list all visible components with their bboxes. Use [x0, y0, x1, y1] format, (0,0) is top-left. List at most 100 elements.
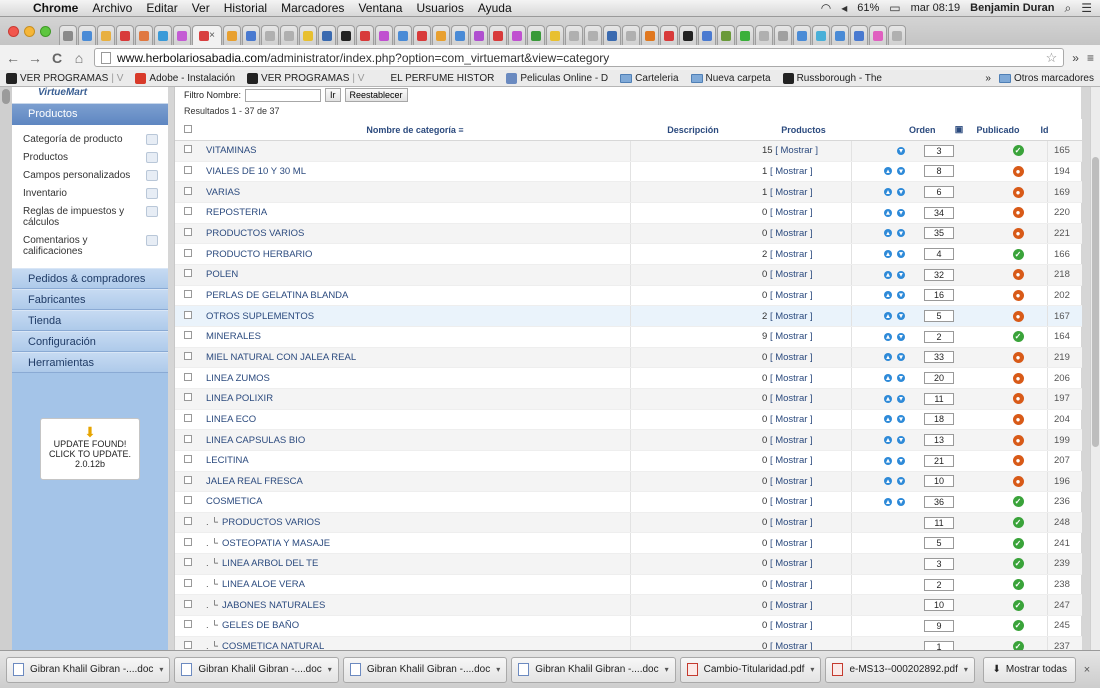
published-check-icon[interactable]: ✓	[1012, 579, 1024, 591]
order-input[interactable]: 2	[924, 578, 954, 591]
move-up-icon[interactable]	[884, 477, 892, 486]
show-products-link[interactable]: [ Mostrar ]	[770, 538, 813, 549]
browser-tab[interactable]	[173, 25, 191, 45]
category-name-link[interactable]: MINERALES	[206, 331, 261, 342]
browser-tab[interactable]	[97, 25, 115, 45]
show-all-downloads-button[interactable]: ⬇ Mostrar todas	[983, 656, 1076, 683]
move-down-icon[interactable]	[897, 456, 905, 465]
order-input[interactable]: 11	[924, 516, 954, 529]
row-checkbox[interactable]	[183, 455, 192, 464]
header-order[interactable]: Orden	[909, 125, 949, 135]
menu-icon[interactable]: ≡	[1087, 51, 1094, 65]
browser-tab[interactable]	[717, 25, 735, 45]
browser-tab[interactable]	[660, 25, 678, 45]
header-id[interactable]: Id	[1027, 119, 1062, 140]
published-check-icon[interactable]: ✓	[1012, 496, 1024, 508]
browser-tab[interactable]	[413, 25, 431, 45]
close-window-button[interactable]	[8, 26, 19, 37]
row-checkbox[interactable]	[183, 558, 192, 567]
move-down-icon[interactable]	[897, 270, 905, 279]
browser-tab[interactable]	[78, 25, 96, 45]
show-products-link[interactable]: [ Mostrar ]	[770, 496, 813, 507]
row-checkbox[interactable]	[183, 186, 192, 195]
browser-tab[interactable]	[508, 25, 526, 45]
download-options-chevron-icon[interactable]: ▾	[496, 665, 500, 674]
other-bookmarks[interactable]: Otros marcadores	[998, 73, 1094, 84]
browser-tab[interactable]	[888, 25, 906, 45]
download-options-chevron-icon[interactable]: ▾	[328, 665, 332, 674]
order-input[interactable]: 16	[924, 289, 954, 302]
order-input[interactable]: 13	[924, 434, 954, 447]
order-input[interactable]: 20	[924, 372, 954, 385]
show-products-link[interactable]: [ Mostrar ]	[770, 579, 813, 590]
browser-tab[interactable]	[584, 25, 602, 45]
browser-tab[interactable]	[470, 25, 488, 45]
menu-usuarios[interactable]: Usuarios	[409, 1, 470, 15]
volume-icon[interactable]: ◂	[841, 1, 847, 15]
show-products-link[interactable]: [ Mostrar ]	[770, 620, 813, 631]
unpublished-icon[interactable]: ●	[1012, 372, 1024, 384]
move-up-icon[interactable]	[884, 332, 892, 341]
unpublished-icon[interactable]: ●	[1012, 475, 1024, 487]
unpublished-icon[interactable]: ●	[1012, 393, 1024, 405]
row-checkbox[interactable]	[183, 413, 192, 422]
order-input[interactable]: 33	[924, 351, 954, 364]
category-name-link[interactable]: LINEA CAPSULAS BIO	[206, 435, 305, 446]
category-name-link[interactable]: VITAMINAS	[206, 145, 257, 156]
browser-tab[interactable]	[736, 25, 754, 45]
order-input[interactable]: 11	[924, 392, 954, 405]
bookmark-item[interactable]: Nueva carpeta	[690, 73, 771, 84]
move-down-icon[interactable]	[897, 415, 905, 424]
right-scrollbar[interactable]	[1090, 87, 1100, 650]
filter-reset-button[interactable]: Reestablecer	[344, 88, 408, 102]
move-down-icon[interactable]	[897, 394, 905, 403]
unpublished-icon[interactable]: ●	[1012, 186, 1024, 198]
category-name-link[interactable]: POLEN	[206, 269, 238, 280]
home-icon[interactable]: ⌂	[72, 50, 86, 66]
download-item[interactable]: Gibran Khalil Gibran -....doc ▾	[6, 656, 171, 683]
move-down-icon[interactable]	[897, 229, 905, 238]
move-down-icon[interactable]	[897, 250, 905, 259]
show-products-link[interactable]: [ Mostrar ]	[770, 352, 813, 363]
browser-tab[interactable]	[850, 25, 868, 45]
order-input[interactable]: 9	[924, 619, 954, 632]
row-checkbox[interactable]	[183, 165, 192, 174]
browser-tab[interactable]	[565, 25, 583, 45]
category-name-link[interactable]: COSMETICA NATURAL	[222, 641, 324, 650]
row-checkbox[interactable]	[183, 227, 192, 236]
spotlight-icon[interactable]: ⌕	[1065, 1, 1072, 16]
order-input[interactable]: 3	[924, 557, 954, 570]
minimize-window-button[interactable]	[24, 26, 35, 37]
download-options-chevron-icon[interactable]: ▾	[665, 665, 669, 674]
move-up-icon[interactable]	[884, 188, 892, 197]
row-checkbox[interactable]	[183, 641, 192, 650]
download-item[interactable]: e-MS13--000202892.pdf ▾	[825, 656, 975, 683]
show-products-link[interactable]: [ Mostrar ]	[770, 435, 813, 446]
sidebar-main-item[interactable]: Tienda	[12, 310, 168, 331]
order-input[interactable]: 3	[924, 144, 954, 157]
battery-percent[interactable]: 61%	[857, 2, 879, 14]
row-checkbox[interactable]	[183, 269, 192, 278]
category-name-link[interactable]: VIALES DE 10 Y 30 ML	[206, 166, 306, 177]
order-input[interactable]: 18	[924, 413, 954, 426]
order-input[interactable]: 10	[924, 599, 954, 612]
browser-tab[interactable]	[223, 25, 241, 45]
move-down-icon[interactable]	[897, 188, 905, 197]
show-products-link[interactable]: [ Mostrar ]	[770, 290, 813, 301]
order-input[interactable]: 32	[924, 268, 954, 281]
browser-tab[interactable]	[337, 25, 355, 45]
sidebar-subitem[interactable]: Inventario	[12, 184, 168, 202]
browser-tab[interactable]	[280, 25, 298, 45]
browser-tab[interactable]	[774, 25, 792, 45]
row-checkbox[interactable]	[183, 145, 192, 154]
browser-tab[interactable]	[375, 25, 393, 45]
unpublished-icon[interactable]: ●	[1012, 434, 1024, 446]
user-name[interactable]: Benjamin Duran	[970, 2, 1054, 14]
browser-tab[interactable]	[622, 25, 640, 45]
browser-tab[interactable]	[831, 25, 849, 45]
sidebar-subitem[interactable]: Categoría de producto	[12, 130, 168, 148]
order-input[interactable]: 36	[924, 495, 954, 508]
show-products-link[interactable]: [ Mostrar ]	[770, 228, 813, 239]
menu-ayuda[interactable]: Ayuda	[471, 1, 519, 15]
category-name-link[interactable]: LINEA ZUMOS	[206, 373, 270, 384]
